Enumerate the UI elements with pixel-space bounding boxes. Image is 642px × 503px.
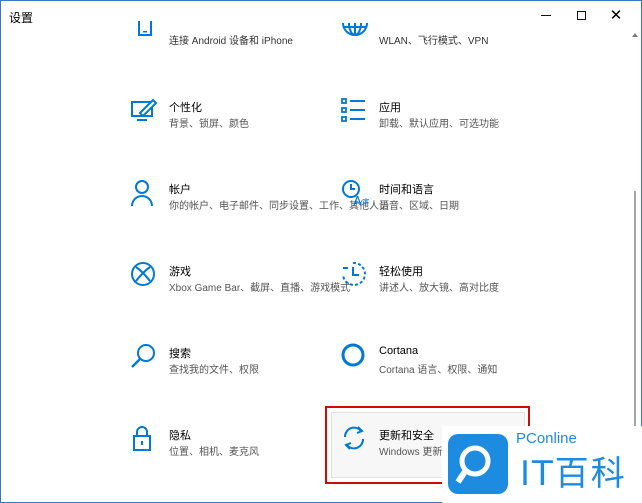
tile-privacy-name: 隐私 (169, 430, 191, 442)
tile-search[interactable]: 搜索 查找我的文件、权限 (131, 343, 321, 383)
apps-icon (341, 98, 365, 122)
svg-text:A: A (353, 195, 362, 207)
tile-time-language-desc: 语音、区域、日期 (379, 201, 459, 212)
phone-icon (138, 21, 152, 36)
scroll-up-arrow-icon[interactable] (632, 33, 638, 37)
personalization-icon (131, 98, 158, 121)
watermark-brand: PConline (516, 430, 577, 447)
xbox-icon (131, 262, 155, 286)
minimize-button[interactable] (529, 3, 563, 27)
tile-privacy-desc: 位置、相机、麦克风 (169, 447, 259, 458)
tile-personalization-name: 个性化 (169, 102, 202, 114)
tile-time-language-name: 时间和语言 (379, 184, 434, 196)
close-button[interactable]: ✕ (599, 3, 633, 27)
cortana-icon (341, 343, 365, 367)
time-language-icon: A 字 (342, 180, 369, 207)
tile-personalization[interactable]: 个性化 背景、锁屏、颜色 (131, 97, 321, 137)
watermark-magnifier-icon (455, 445, 491, 484)
tile-apps-desc: 卸载、默认应用、可选功能 (379, 119, 499, 130)
tile-phone-desc: 连接 Android 设备和 iPhone (169, 36, 293, 47)
tile-cortana-name: Cortana (379, 345, 419, 357)
tile-ease-of-access-desc: 讲述人、放大镜、高对比度 (379, 283, 499, 294)
tile-search-desc: 查找我的文件、权限 (169, 365, 259, 376)
tile-gaming-desc: Xbox Game Bar、截屏、直播、游戏模式 (169, 283, 351, 294)
tile-network-desc: WLAN、飞行模式、VPN (379, 36, 489, 47)
tile-ease-of-access[interactable]: 轻松使用 讲述人、放大镜、高对比度 (341, 261, 531, 301)
window-title: 设置 (9, 11, 34, 25)
tile-apps-name: 应用 (379, 102, 401, 114)
tile-accounts-name: 帐户 (169, 184, 191, 196)
tile-phone[interactable]: 连接 Android 设备和 iPhone (131, 15, 321, 55)
tile-network[interactable]: WLAN、飞行模式、VPN (341, 15, 531, 55)
tile-gaming-name: 游戏 (169, 266, 191, 278)
maximize-button[interactable] (564, 3, 598, 27)
tile-cortana[interactable]: Cortana Cortana 语言、权限、通知 (341, 343, 531, 383)
svg-text:字: 字 (362, 197, 369, 207)
close-icon: ✕ (609, 6, 623, 24)
watermark-logo (448, 434, 508, 494)
lock-icon (133, 426, 151, 451)
tile-privacy[interactable]: 隐私 位置、相机、麦克风 (131, 425, 321, 465)
account-icon (131, 180, 153, 207)
watermark-text: IT百科 (520, 454, 627, 494)
tile-personalization-desc: 背景、锁屏、颜色 (169, 119, 249, 130)
tile-accounts[interactable]: 帐户 你的帐户、电子邮件、同步设置、工作、其他人员 (131, 179, 389, 219)
tile-ease-of-access-name: 轻松使用 (379, 266, 423, 278)
tile-search-name: 搜索 (169, 348, 191, 360)
tile-apps[interactable]: 应用 卸载、默认应用、可选功能 (341, 97, 531, 137)
title-bar: 设置 ✕ (1, 1, 641, 29)
watermark: PConline IT百科 (442, 426, 642, 503)
minimize-icon (541, 14, 551, 16)
tile-cortana-desc: Cortana 语言、权限、通知 (379, 365, 498, 376)
ease-of-access-icon (342, 261, 366, 286)
tile-time-language[interactable]: A 字 时间和语言 语音、区域、日期 (341, 179, 531, 219)
maximize-icon (576, 10, 586, 20)
globe-icon (342, 22, 368, 36)
tile-gaming[interactable]: 游戏 Xbox Game Bar、截屏、直播、游戏模式 (131, 261, 350, 301)
search-icon (131, 344, 155, 368)
